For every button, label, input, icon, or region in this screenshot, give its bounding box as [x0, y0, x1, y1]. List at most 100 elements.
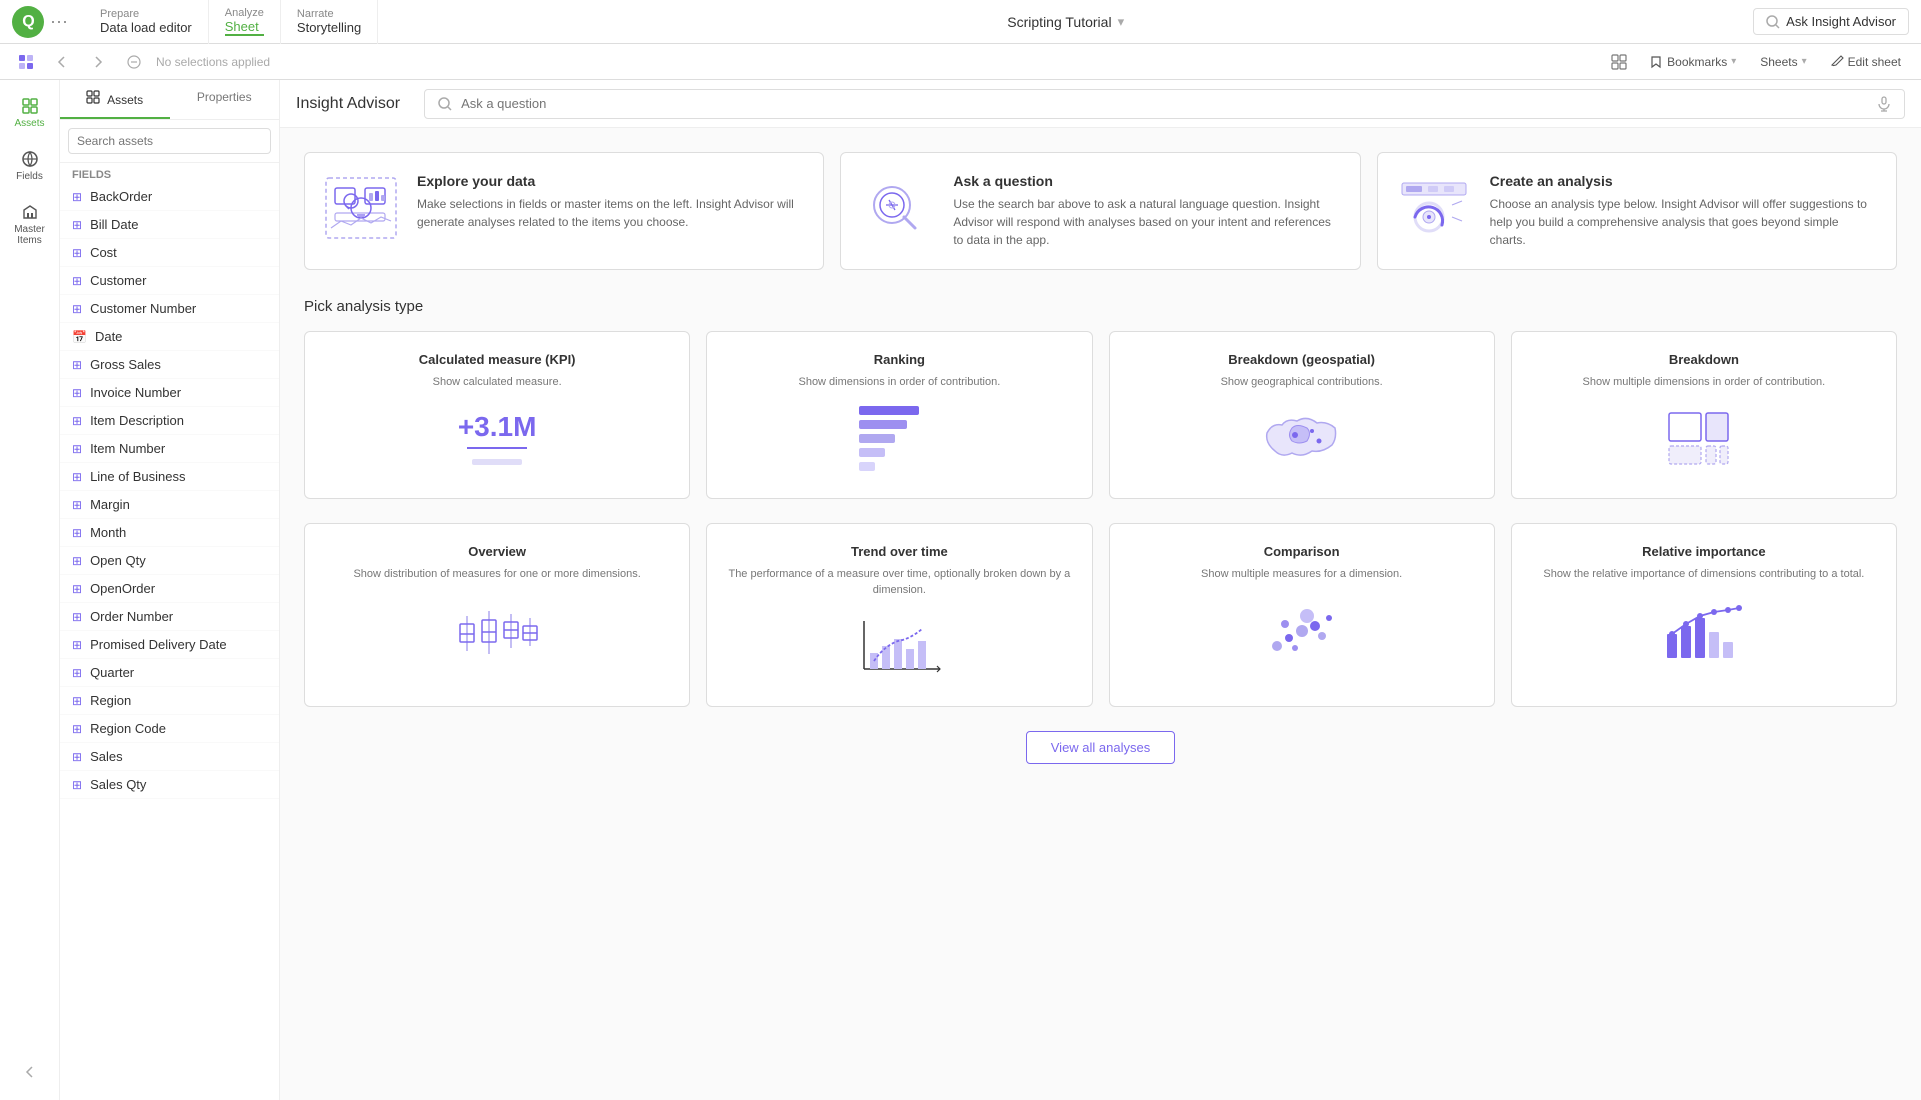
nav-analyze-label: Analyze	[225, 7, 264, 19]
list-item[interactable]: 📅 Date	[60, 323, 279, 351]
list-item[interactable]: ⊞ Sales	[60, 743, 279, 771]
sidebar-fields-label: Fields	[16, 171, 43, 182]
list-item[interactable]: ⊞ BackOrder	[60, 183, 279, 211]
sheets-button[interactable]: Sheets ▾	[1752, 51, 1814, 73]
list-item[interactable]: ⊞ Gross Sales	[60, 351, 279, 379]
sidebar-item-master-items[interactable]: Master Items	[4, 194, 56, 254]
qlik-logo-mark: Q	[12, 6, 44, 38]
kpi-title: Calculated measure (KPI)	[419, 352, 576, 367]
insight-advisor-icon[interactable]	[12, 48, 40, 76]
analysis-card-relative[interactable]: Relative importance Show the relative im…	[1511, 523, 1897, 707]
collapse-icon	[21, 1063, 39, 1081]
view-all-analyses-button[interactable]: View all analyses	[1026, 731, 1175, 764]
list-item[interactable]: ⊞ Cost	[60, 239, 279, 267]
fields-icon	[20, 149, 40, 169]
list-item[interactable]: ⊞ Region Code	[60, 715, 279, 743]
list-item[interactable]: ⊞ Quarter	[60, 659, 279, 687]
intro-card-create[interactable]: Create an analysis Choose an analysis ty…	[1377, 152, 1897, 270]
nav-dots[interactable]: ···	[50, 11, 68, 32]
list-item[interactable]: ⊞ Bill Date	[60, 211, 279, 239]
kpi-desc: Show calculated measure.	[433, 375, 562, 390]
field-icon: ⊞	[72, 442, 82, 456]
app-title-dropdown-icon[interactable]: ▾	[1118, 14, 1125, 30]
analysis-card-trend[interactable]: Trend over time The performance of a mea…	[706, 523, 1092, 707]
list-item[interactable]: ⊞ Margin	[60, 491, 279, 519]
nav-prepare-label: Prepare	[100, 8, 192, 20]
list-item[interactable]: ⊞ Order Number	[60, 603, 279, 631]
bookmarks-button[interactable]: Bookmarks ▾	[1641, 51, 1744, 73]
analysis-card-kpi[interactable]: Calculated measure (KPI) Show calculated…	[304, 331, 690, 499]
field-icon: ⊞	[72, 750, 82, 764]
list-item[interactable]: ⊞ Item Number	[60, 435, 279, 463]
list-item[interactable]: ⊞ Customer	[60, 267, 279, 295]
list-item[interactable]: ⊞ OpenOrder	[60, 575, 279, 603]
grid-icon[interactable]	[1605, 48, 1633, 76]
ia-search-input[interactable]	[461, 96, 1868, 111]
list-item[interactable]: ⊞ Customer Number	[60, 295, 279, 323]
ask-question-illustration	[857, 173, 937, 243]
forward-icon[interactable]	[84, 48, 112, 76]
analysis-card-overview[interactable]: Overview Show distribution of measures f…	[304, 523, 690, 707]
list-item[interactable]: ⊞ Sales Qty	[60, 771, 279, 799]
list-item[interactable]: ⊞ Line of Business	[60, 463, 279, 491]
geo-viz	[1130, 398, 1474, 478]
analysis-card-comparison[interactable]: Comparison Show multiple measures for a …	[1109, 523, 1495, 707]
assets-icon	[20, 96, 40, 116]
asset-tabs: Assets Properties	[60, 80, 279, 120]
tab-assets[interactable]: Assets	[60, 80, 170, 119]
geo-title: Breakdown (geospatial)	[1228, 352, 1375, 367]
master-items-icon	[20, 202, 40, 222]
list-item[interactable]: ⊞ Month	[60, 519, 279, 547]
view-all-wrap: View all analyses	[304, 731, 1897, 764]
nav-narrate[interactable]: Narrate Storytelling	[281, 0, 378, 44]
intro-card-ask[interactable]: Ask a question Use the search bar above …	[840, 152, 1360, 270]
breakdown-viz	[1532, 398, 1876, 478]
sheets-dropdown-icon: ▾	[1802, 56, 1807, 67]
comparison-desc: Show multiple measures for a dimension.	[1201, 567, 1402, 582]
overview-desc: Show distribution of measures for one or…	[353, 567, 640, 582]
create-card-desc: Choose an analysis type below. Insight A…	[1490, 195, 1876, 249]
search-icon	[437, 96, 453, 112]
analysis-card-breakdown[interactable]: Breakdown Show multiple dimensions in or…	[1511, 331, 1897, 499]
second-toolbar: No selections applied Bookmarks ▾ Sheets…	[0, 44, 1921, 80]
list-item[interactable]: ⊞ Promised Delivery Date	[60, 631, 279, 659]
edit-sheet-button[interactable]: Edit sheet	[1823, 51, 1909, 73]
field-name: Gross Sales	[90, 357, 161, 372]
ask-card-text: Ask a question Use the search bar above …	[953, 173, 1339, 249]
bookmarks-label: Bookmarks	[1667, 55, 1727, 69]
sheets-label: Sheets	[1760, 55, 1797, 69]
field-icon: ⊞	[72, 470, 82, 484]
ia-search-bar[interactable]	[424, 89, 1905, 119]
search-assets-input[interactable]	[68, 128, 271, 154]
back-icon[interactable]	[48, 48, 76, 76]
sidebar-item-fields[interactable]: Fields	[4, 141, 56, 190]
intro-card-explore[interactable]: Explore your data Make selections in fie…	[304, 152, 824, 270]
field-name: BackOrder	[90, 189, 152, 204]
sidebar-item-assets[interactable]: Assets	[4, 88, 56, 137]
field-name: Item Number	[90, 441, 165, 456]
explore-card-desc: Make selections in fields or master item…	[417, 195, 803, 231]
list-item[interactable]: ⊞ Invoice Number	[60, 379, 279, 407]
field-icon: ⊞	[72, 526, 82, 540]
field-name: Date	[95, 329, 122, 344]
nav-analyze[interactable]: Analyze Sheet	[209, 0, 281, 44]
analysis-card-geospatial[interactable]: Breakdown (geospatial) Show geographical…	[1109, 331, 1495, 499]
list-item[interactable]: ⊞ Item Description	[60, 407, 279, 435]
sidebar-collapse-button[interactable]	[13, 1055, 47, 1092]
clear-icon[interactable]	[120, 48, 148, 76]
tab-properties[interactable]: Properties	[170, 80, 280, 119]
calendar-icon: 📅	[72, 330, 87, 344]
kpi-bar	[472, 459, 522, 465]
field-name: Region Code	[90, 721, 166, 736]
microphone-icon[interactable]	[1876, 96, 1892, 112]
explore-data-illustration	[321, 173, 401, 243]
field-icon: ⊞	[72, 694, 82, 708]
nav-prepare[interactable]: Prepare Data load editor	[84, 0, 209, 44]
analysis-card-ranking[interactable]: Ranking Show dimensions in order of cont…	[706, 331, 1092, 499]
field-name: Month	[90, 525, 126, 540]
list-item[interactable]: ⊞ Region	[60, 687, 279, 715]
ranking-title: Ranking	[874, 352, 925, 367]
ask-insight-button[interactable]: Ask Insight Advisor	[1753, 8, 1909, 35]
qlik-logo[interactable]: Q ···	[12, 6, 68, 38]
list-item[interactable]: ⊞ Open Qty	[60, 547, 279, 575]
